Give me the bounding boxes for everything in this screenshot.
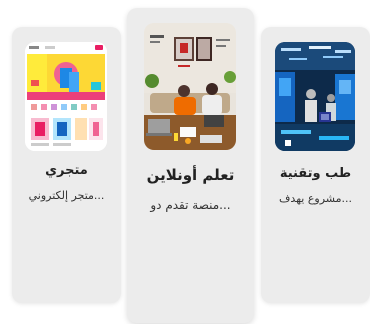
project-card-medicine-tech[interactable]: طب وتقنية ...مشروع يهدف xyxy=(261,27,370,303)
card-title: طب وتقنية xyxy=(279,166,352,181)
store-thumbnail xyxy=(25,42,107,151)
project-card-online-learning[interactable]: تعلم أونلاين ...منصة تقدم دو xyxy=(127,8,254,323)
card-description: ...متجر إلكتروني xyxy=(28,189,105,202)
card-description: ...منصة تقدم دو xyxy=(150,198,231,212)
card-title: متجري xyxy=(45,163,88,178)
project-card-my-store[interactable]: متجري ...متجر إلكتروني xyxy=(12,27,121,303)
card-description: ...مشروع يهدف xyxy=(279,192,352,205)
card-title: تعلم أونلاين xyxy=(146,166,235,184)
learning-thumbnail xyxy=(144,23,236,150)
medtech-thumbnail xyxy=(275,42,355,151)
